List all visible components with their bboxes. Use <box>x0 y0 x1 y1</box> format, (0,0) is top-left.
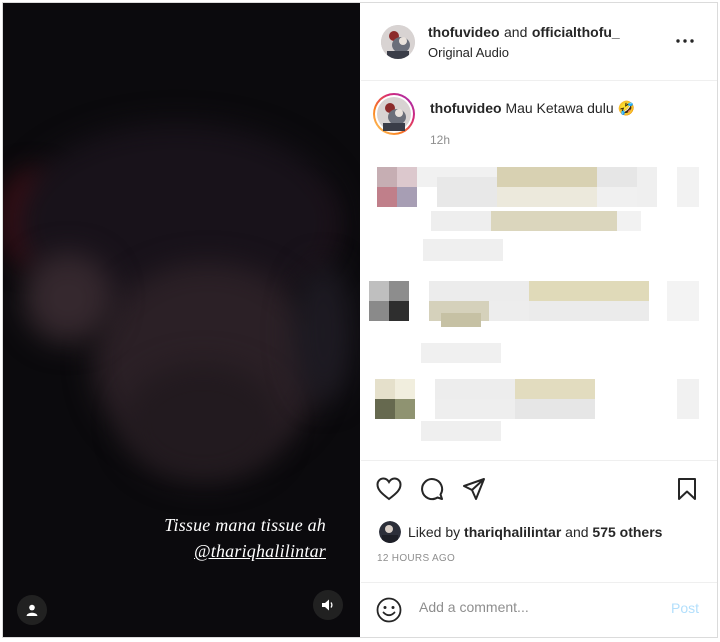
video-caption-line-1: Tissue mana tissue ah <box>164 515 326 535</box>
person-icon <box>26 604 38 616</box>
liked-and: and <box>565 524 589 540</box>
like-button[interactable] <box>375 475 403 503</box>
post-actions: Liked by thariqhalilintar and 575 others… <box>361 461 717 583</box>
share-button[interactable] <box>460 475 488 503</box>
audio-link[interactable]: Original Audio <box>428 45 509 60</box>
mute-toggle-button[interactable] <box>313 590 343 620</box>
bookmark-icon <box>678 478 696 500</box>
more-options-button[interactable] <box>671 27 699 55</box>
more-options-icon <box>676 39 694 43</box>
author-joiner: and <box>504 24 528 40</box>
save-button[interactable] <box>673 475 701 503</box>
laughing-emoji: 🤣 <box>617 100 635 116</box>
caption-age: 12h <box>430 133 451 147</box>
emoji-icon <box>376 597 402 623</box>
comment-composer: Post <box>361 583 717 637</box>
liker-avatar[interactable] <box>379 521 401 543</box>
header-title: thofuvideo and officialthofu_ <box>428 24 620 42</box>
author-link-2[interactable]: officialthofu_ <box>532 24 620 40</box>
liked-by-prefix: Liked by <box>408 524 461 540</box>
avatar-image <box>381 25 415 59</box>
comment-button[interactable] <box>418 475 446 503</box>
caption-username[interactable]: thofuvideo <box>430 100 502 116</box>
tagged-users-button[interactable] <box>17 595 47 625</box>
video-caption-mention[interactable]: @thariqhalilintar <box>194 541 326 562</box>
post-timestamp[interactable]: 12 HOURS AGO <box>377 553 455 564</box>
likes-count-link[interactable]: 575 others <box>592 524 662 540</box>
speaker-icon <box>322 599 333 611</box>
heart-icon <box>376 477 402 501</box>
author-avatar[interactable] <box>381 25 415 59</box>
post-caption: thofuvideo Mau Ketawa dulu 🤣 <box>430 99 700 117</box>
post-header: thofuvideo and officialthofu_ Original A… <box>361 3 717 81</box>
caption-text: Mau Ketawa dulu <box>505 100 614 116</box>
comment-input[interactable] <box>419 599 649 615</box>
avatar-image <box>377 97 411 131</box>
video-shape <box>23 253 113 343</box>
caption-author-avatar[interactable] <box>373 93 415 135</box>
author-link-1[interactable]: thofuvideo <box>428 24 500 40</box>
liked-user-link[interactable]: thariqhalilintar <box>464 524 561 540</box>
avatar-image <box>379 521 401 543</box>
post-comment-button[interactable]: Post <box>671 600 699 616</box>
video-shape <box>123 363 283 483</box>
reel-video[interactable]: Tissue mana tissue ah @thariqhalilintar <box>3 3 360 637</box>
likes-summary: Liked by thariqhalilintar and 575 others <box>408 524 662 540</box>
comment-icon <box>421 478 444 501</box>
comments-section: thofuvideo Mau Ketawa dulu 🤣 12h <box>361 81 717 461</box>
paper-plane-icon <box>463 478 485 500</box>
emoji-picker-button[interactable] <box>375 596 403 624</box>
video-shape <box>293 263 353 403</box>
post-details: thofuvideo and officialthofu_ Original A… <box>361 3 717 637</box>
